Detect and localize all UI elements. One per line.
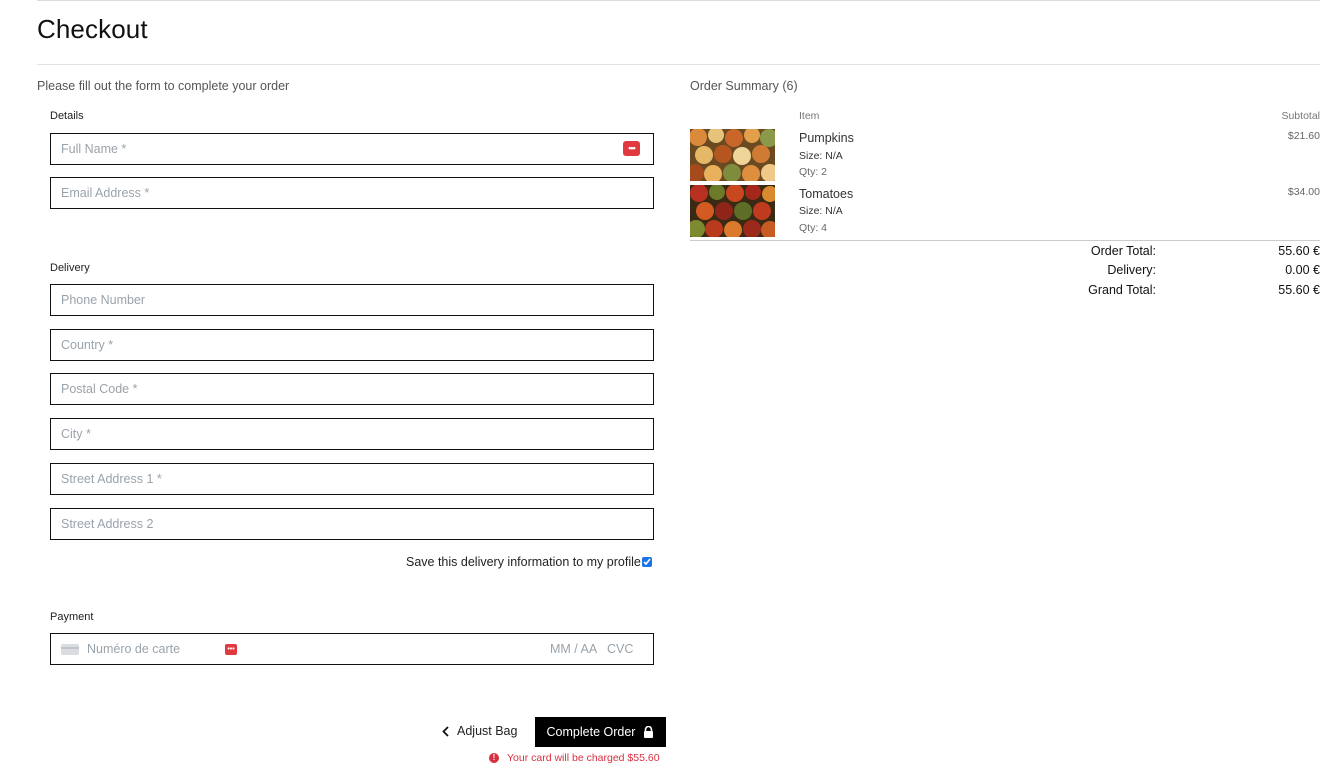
email-field[interactable] bbox=[50, 177, 654, 209]
payment-label: Payment bbox=[50, 611, 94, 623]
form-intro: Please fill out the form to complete you… bbox=[37, 79, 290, 93]
details-label: Details bbox=[50, 110, 84, 122]
city-input[interactable] bbox=[51, 419, 653, 449]
card-cvc-placeholder[interactable]: CVC bbox=[607, 642, 633, 656]
street-address-2-field[interactable] bbox=[50, 508, 654, 540]
order-total-label: Order Total: bbox=[1090, 244, 1156, 258]
full-name-input[interactable] bbox=[51, 134, 653, 164]
charge-note-text: Your card will be charged $55.60 bbox=[507, 752, 660, 764]
item-name: Tomatoes bbox=[799, 187, 854, 201]
lock-icon bbox=[644, 726, 654, 738]
country-field[interactable] bbox=[50, 329, 654, 361]
top-divider bbox=[37, 0, 1320, 1]
street-address-1-field[interactable] bbox=[50, 463, 654, 495]
postal-code-field[interactable] bbox=[50, 373, 654, 405]
adjust-bag-label: Adjust Bag bbox=[457, 724, 518, 738]
item-subtotal: $21.60 bbox=[1287, 130, 1320, 142]
email-input[interactable] bbox=[51, 178, 653, 208]
adjust-bag-link[interactable]: Adjust Bag bbox=[442, 724, 517, 738]
charge-note: ! Your card will be charged $55.60 bbox=[489, 752, 660, 764]
card-element[interactable]: Numéro de carte ••• MM / AA CVC bbox=[50, 633, 654, 665]
alert-icon: ! bbox=[489, 753, 499, 763]
tomatoes-image bbox=[690, 185, 775, 237]
pumpkins-image bbox=[690, 129, 775, 181]
chevron-left-icon bbox=[442, 725, 449, 737]
grand-total-label: Grand Total: bbox=[1088, 283, 1156, 297]
save-info-checkbox[interactable] bbox=[641, 557, 652, 567]
item-size: Size: N/A bbox=[799, 205, 843, 217]
item-name: Pumpkins bbox=[799, 131, 854, 145]
order-summary-title: Order Summary (6) bbox=[690, 79, 798, 93]
complete-order-label: Complete Order bbox=[546, 725, 636, 739]
full-name-field[interactable]: ••• bbox=[50, 133, 654, 165]
street-address-1-input[interactable] bbox=[51, 464, 653, 494]
item-column-header: Item bbox=[799, 110, 820, 122]
delivery-label: Delivery bbox=[50, 262, 90, 274]
page-title: Checkout bbox=[37, 14, 148, 44]
summary-divider bbox=[690, 240, 1320, 241]
country-input[interactable] bbox=[51, 330, 653, 360]
item-subtotal: $34.00 bbox=[1287, 186, 1320, 198]
password-manager-icon[interactable]: ••• bbox=[623, 141, 640, 156]
save-info-label: Save this delivery information to my pro… bbox=[406, 555, 641, 569]
grand-total-value: 55.60 € bbox=[1278, 283, 1320, 297]
delivery-cost-label: Delivery: bbox=[1107, 263, 1156, 277]
subtotal-column-header: Subtotal bbox=[1281, 110, 1320, 122]
card-number-placeholder[interactable]: Numéro de carte bbox=[87, 642, 180, 656]
phone-field[interactable] bbox=[50, 284, 654, 316]
item-size: Size: N/A bbox=[799, 150, 843, 162]
delivery-cost-value: 0.00 € bbox=[1285, 263, 1320, 277]
complete-order-button[interactable]: Complete Order bbox=[535, 717, 666, 747]
title-divider bbox=[37, 64, 1320, 65]
password-manager-icon[interactable]: ••• bbox=[225, 644, 237, 655]
street-address-2-input[interactable] bbox=[51, 509, 653, 539]
phone-input[interactable] bbox=[51, 285, 653, 315]
item-qty: Qty: 2 bbox=[799, 166, 828, 178]
item-qty: Qty: 4 bbox=[799, 222, 828, 234]
postal-code-input[interactable] bbox=[51, 374, 653, 404]
card-icon bbox=[61, 644, 79, 655]
order-total-value: 55.60 € bbox=[1278, 244, 1320, 258]
city-field[interactable] bbox=[50, 418, 654, 450]
save-info-row[interactable]: Save this delivery information to my pro… bbox=[406, 555, 652, 569]
card-expiry-placeholder[interactable]: MM / AA bbox=[550, 642, 597, 656]
